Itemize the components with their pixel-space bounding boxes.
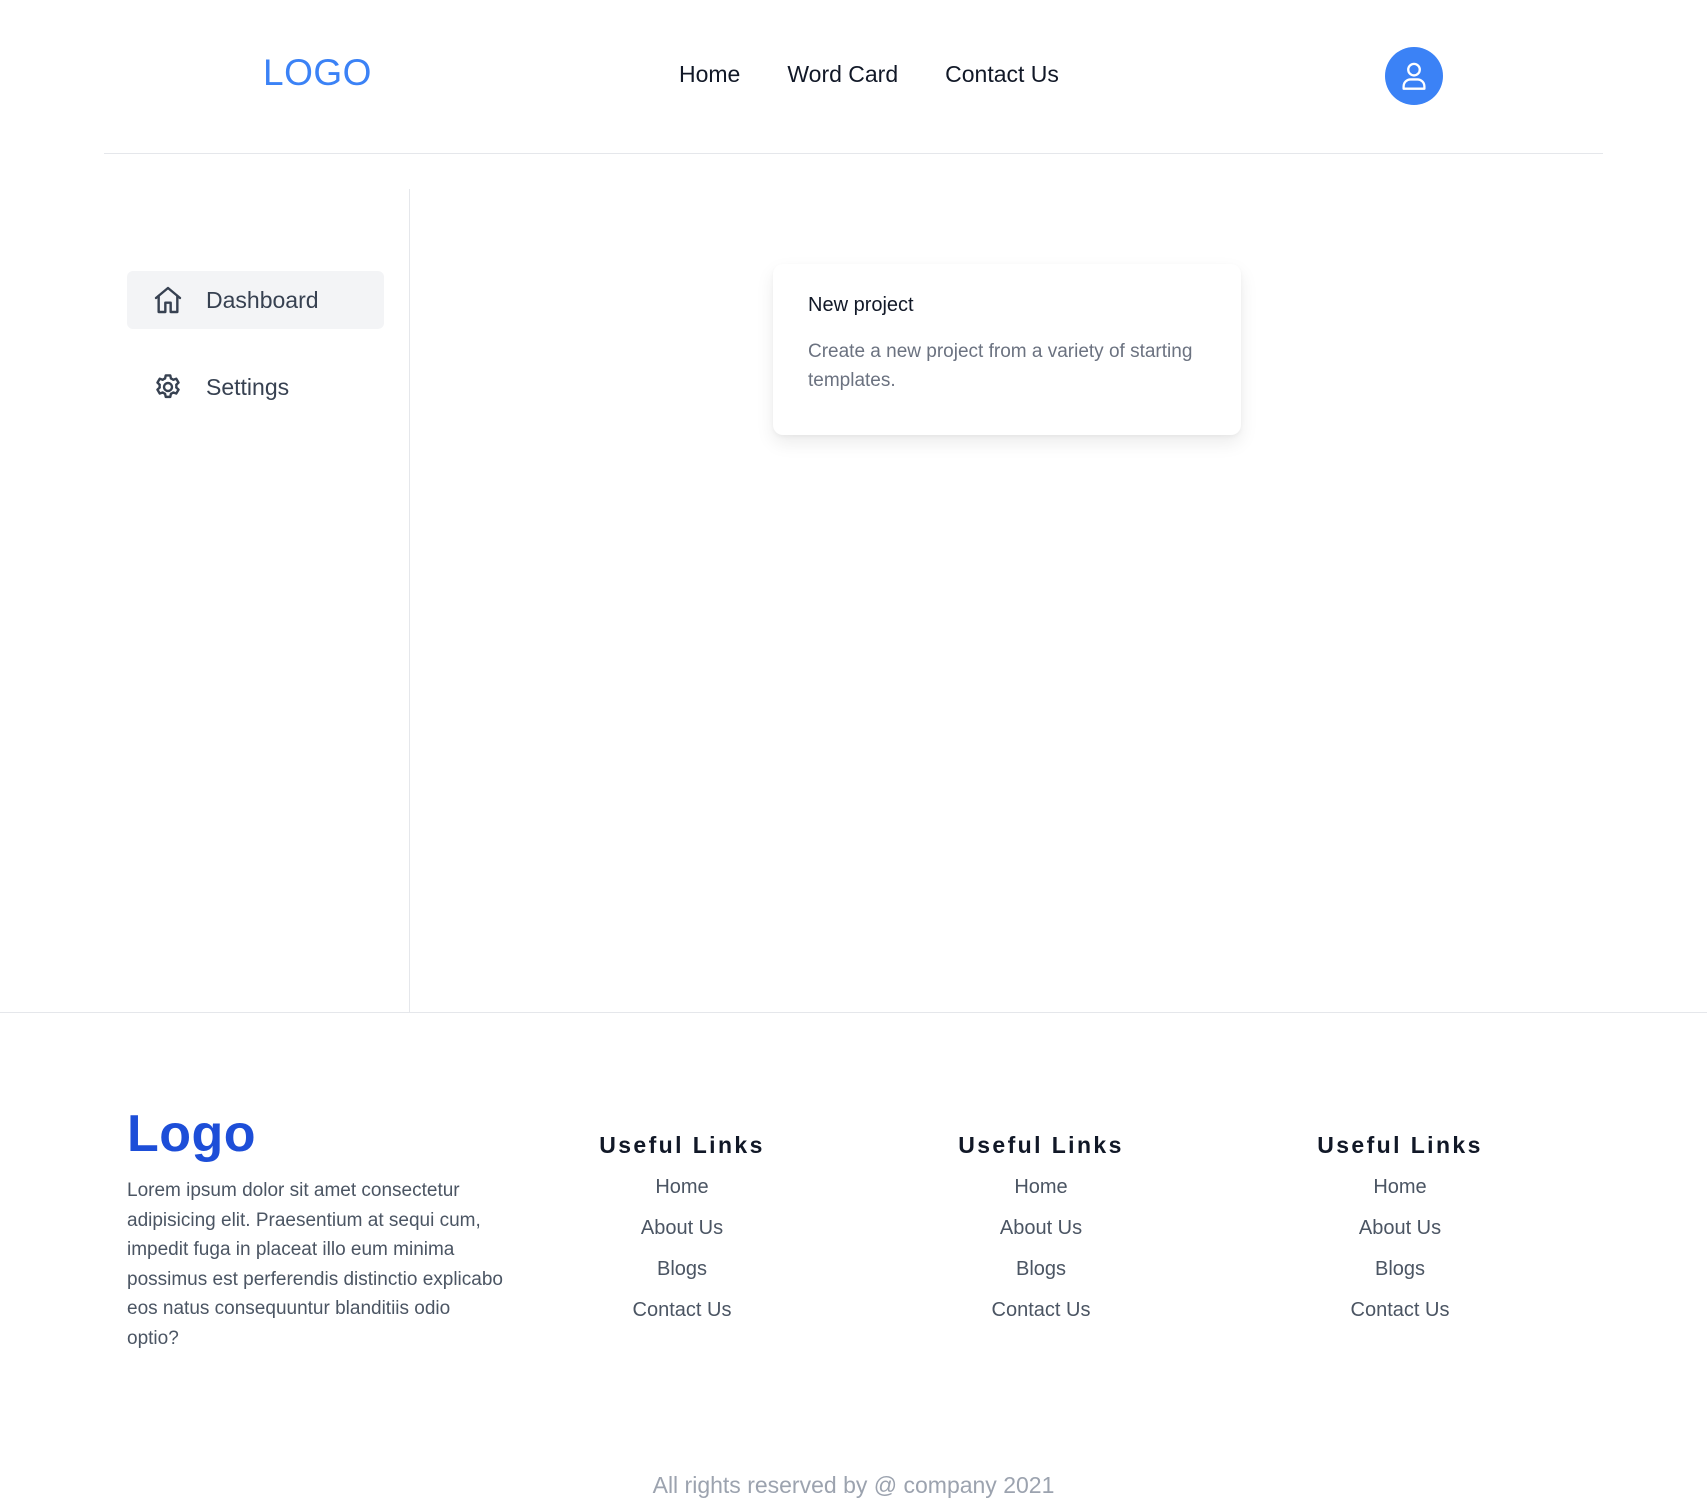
footer-link-contact-us[interactable]: Contact Us <box>552 1290 812 1331</box>
sidebar-item-dashboard[interactable]: Dashboard <box>127 271 384 329</box>
footer-column-title: Useful Links <box>1317 1132 1483 1158</box>
user-icon <box>1402 62 1426 90</box>
card-title: New project <box>808 294 914 316</box>
nav-contact-us[interactable]: Contact Us <box>945 61 1059 88</box>
user-avatar-button[interactable] <box>1385 47 1443 105</box>
footer-links-column: Useful Links Home About Us Blogs Contact… <box>911 1132 1171 1331</box>
header-logo[interactable]: LOGO <box>263 52 372 94</box>
copyright-text: All rights reserved by @ company 2021 <box>652 1472 1055 1498</box>
new-project-card[interactable]: New project Create a new project from a … <box>773 264 1241 435</box>
footer-link-home[interactable]: Home <box>552 1167 812 1208</box>
footer-link-contact-us[interactable]: Contact Us <box>911 1290 1171 1331</box>
sidebar-item-label: Settings <box>206 373 290 400</box>
footer-link-contact-us[interactable]: Contact Us <box>1270 1290 1530 1331</box>
nav-home[interactable]: Home <box>679 61 740 88</box>
footer-links-column: Useful Links Home About Us Blogs Contact… <box>552 1132 812 1331</box>
sidebar: Dashboard Settings <box>104 189 410 1012</box>
card-description: Create a new project from a variety of s… <box>808 341 1193 391</box>
footer-description: Lorem ipsum dolor sit amet consectetur a… <box>127 1180 503 1349</box>
sidebar-item-label: Dashboard <box>206 286 319 313</box>
sidebar-item-settings[interactable]: Settings <box>127 358 384 416</box>
header: LOGO Home Word Card Contact Us <box>104 0 1603 154</box>
footer-link-blogs[interactable]: Blogs <box>911 1249 1171 1290</box>
footer-links-column: Useful Links Home About Us Blogs Contact… <box>1270 1132 1530 1331</box>
footer-link-about-us[interactable]: About Us <box>1270 1208 1530 1249</box>
footer-link-blogs[interactable]: Blogs <box>552 1249 812 1290</box>
home-icon <box>151 283 185 317</box>
footer-link-blogs[interactable]: Blogs <box>1270 1249 1530 1290</box>
footer-link-about-us[interactable]: About Us <box>911 1208 1171 1249</box>
footer-logo: Logo <box>127 1105 257 1163</box>
footer-link-home[interactable]: Home <box>911 1167 1171 1208</box>
nav-word-card[interactable]: Word Card <box>787 61 898 88</box>
footer-link-about-us[interactable]: About Us <box>552 1208 812 1249</box>
main-nav: Home Word Card Contact Us <box>679 61 1059 88</box>
gear-icon <box>151 370 185 404</box>
footer-divider <box>0 1012 1707 1013</box>
footer-column-title: Useful Links <box>958 1132 1124 1158</box>
footer-column-title: Useful Links <box>599 1132 765 1158</box>
footer-link-home[interactable]: Home <box>1270 1167 1530 1208</box>
